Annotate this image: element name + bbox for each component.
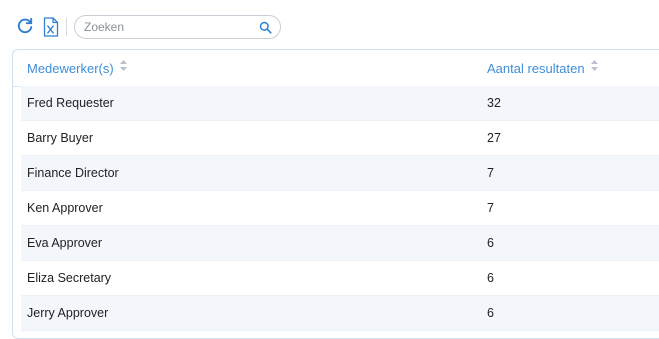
table-row[interactable]: Jerry Approver 6	[21, 296, 659, 331]
employee-cell: Eva Approver	[27, 236, 103, 250]
employee-cell: Fred Requester	[27, 96, 114, 110]
table-row[interactable]: Finance Director 7	[21, 156, 659, 191]
column-header-label: Aantal resultaten	[487, 61, 585, 76]
search-box	[74, 15, 281, 39]
table-row[interactable]: Fred Requester 32	[21, 86, 659, 121]
table-header: Medewerker(s) Aantal resultaten	[13, 50, 659, 87]
table-row[interactable]: Eliza Secretary 6	[21, 261, 659, 296]
column-header-employee[interactable]: Medewerker(s)	[27, 50, 128, 86]
sort-icon[interactable]	[119, 50, 128, 87]
employee-cell: Ken Approver	[27, 201, 103, 215]
result-count-cell: 6	[487, 306, 494, 320]
employee-cell: Finance Director	[27, 166, 119, 180]
sort-icon[interactable]	[590, 50, 599, 87]
table-row[interactable]: Eva Approver 6	[21, 226, 659, 261]
employee-cell: Jerry Approver	[27, 306, 109, 320]
table-row[interactable]: Barry Buyer 27	[21, 121, 659, 156]
table-row[interactable]: Ken Approver 7	[21, 191, 659, 226]
result-count-cell: 27	[487, 131, 501, 145]
employee-cell: Eliza Secretary	[27, 271, 112, 285]
column-header-result-count[interactable]: Aantal resultaten	[487, 50, 599, 86]
column-header-label: Medewerker(s)	[27, 61, 114, 76]
search-input[interactable]	[84, 18, 254, 36]
results-table: Medewerker(s) Aantal resultaten Fred Req…	[12, 49, 659, 339]
search-icon[interactable]	[259, 21, 272, 34]
result-count-cell: 6	[487, 271, 494, 285]
toolbar	[14, 14, 314, 42]
result-count-cell: 7	[487, 201, 494, 215]
employee-cell: Barry Buyer	[27, 131, 93, 145]
result-count-cell: 6	[487, 236, 494, 250]
toolbar-divider	[66, 18, 67, 36]
excel-export-icon[interactable]	[43, 17, 63, 39]
result-count-cell: 32	[487, 96, 501, 110]
refresh-icon[interactable]	[16, 17, 36, 39]
result-count-cell: 7	[487, 166, 494, 180]
